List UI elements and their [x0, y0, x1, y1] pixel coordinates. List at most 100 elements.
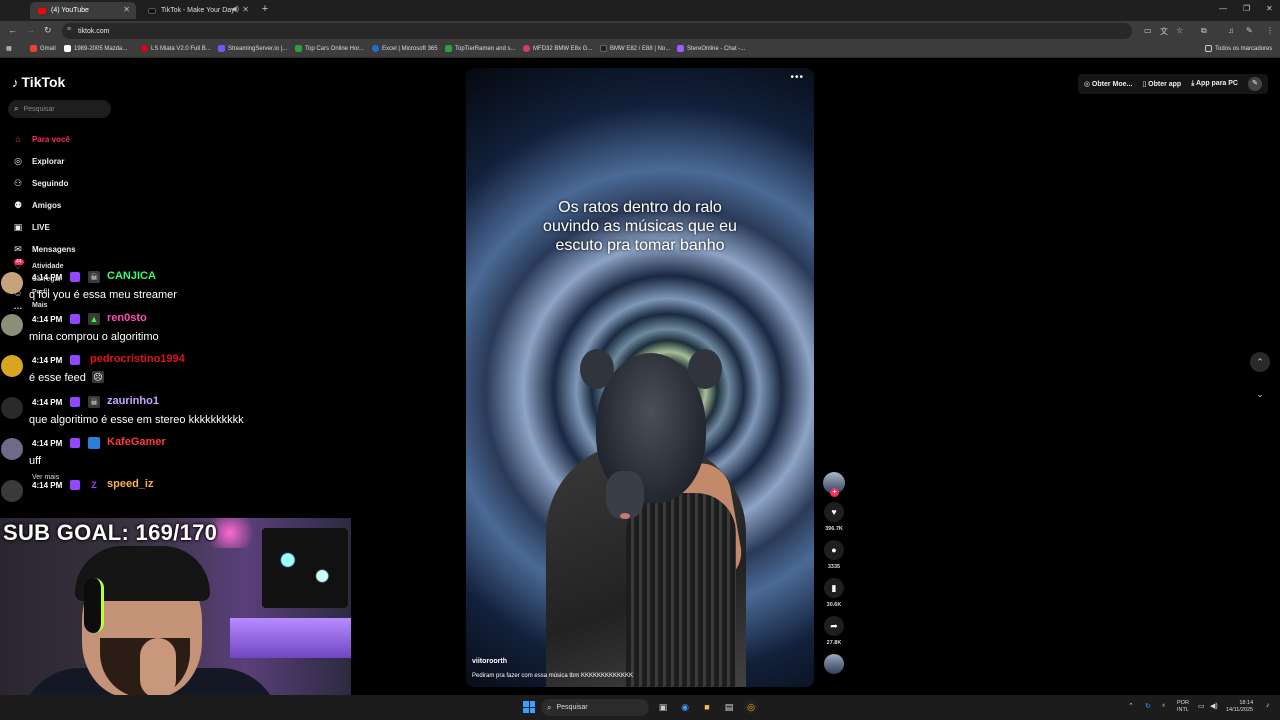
all-bookmarks[interactable]: Todos os marcadores — [1205, 45, 1272, 52]
sidebar-item-seguindo[interactable]: ⚇ Seguindo — [12, 172, 76, 194]
microsoft-icon — [372, 45, 379, 52]
compass-icon: ◎ — [14, 155, 22, 166]
close-window-icon[interactable]: ✕ — [1266, 4, 1273, 13]
get-app-button[interactable]: ▯ Obter app — [1142, 80, 1181, 88]
audio-playing-icon[interactable]: ◀) — [231, 5, 239, 13]
tab-tiktok[interactable]: TikTok - Make Your Day ◀) ✕ — [140, 2, 255, 19]
forward-arrow-icon[interactable]: → — [26, 25, 35, 35]
page-icon — [600, 45, 607, 52]
chat-text: é esse feed — [29, 372, 86, 384]
chat-username[interactable]: KafeGamer — [107, 436, 166, 448]
emote-badge-icon: ☠ — [88, 395, 100, 408]
bookmark-item[interactable]: StreamingServer.io |... — [218, 45, 287, 52]
cast-icon[interactable]: ▭ — [1144, 26, 1152, 35]
chat-message: 4:14 PM ▲ ren0sto mina comprou o algorit… — [0, 310, 300, 352]
share-action[interactable]: ➦ 27.8K — [822, 616, 846, 646]
clock[interactable]: 18:14 14/11/2025 — [1226, 700, 1253, 714]
bookmark-item[interactable]: TopTierRamen and s... — [445, 45, 515, 52]
next-video-button[interactable]: ⌄ — [1250, 384, 1270, 404]
chat-username[interactable]: speed_iz — [107, 478, 153, 490]
mic-icon[interactable]: ♁ — [1161, 702, 1166, 709]
notification-bell-icon[interactable]: ♪ — [1266, 702, 1270, 709]
file-explorer-icon[interactable]: ■ — [700, 700, 714, 714]
sidebar-item-live[interactable]: ▣ LIVE — [12, 216, 76, 238]
bookmark-star-icon[interactable]: ☆ — [1176, 26, 1183, 35]
copilot-icon[interactable]: ◉ — [678, 700, 692, 714]
tab-youtube[interactable]: (4) YouTube ✕ — [30, 2, 136, 19]
volume-icon[interactable]: ◀) — [1210, 702, 1218, 710]
search-input[interactable]: ⌕ Pesquisar — [8, 100, 111, 118]
sidebar-item-para-voce[interactable]: ⌂ Para você — [12, 128, 76, 150]
sound-disc-icon[interactable] — [824, 654, 844, 674]
taskbar-search-input[interactable]: ⌕ Pesquisar — [541, 699, 649, 716]
profile-pen-icon[interactable]: ✎ — [1246, 26, 1253, 35]
chat-username[interactable]: zaurinho1 — [107, 395, 159, 407]
share-icon[interactable]: ➦ — [824, 616, 844, 636]
emote-badge-icon: ☠ — [88, 271, 100, 283]
site-info-icon[interactable]: ≡ — [67, 26, 71, 33]
rat-nose — [620, 513, 630, 519]
translate-icon[interactable]: 文 — [1160, 26, 1168, 37]
url-input[interactable]: ≡ tiktok.com — [62, 23, 1132, 39]
bookmark-label: LS Miata V2.0 Full B... — [151, 45, 211, 52]
sidebar-item-amigos[interactable]: ⚉ Amigos — [12, 194, 76, 216]
task-view-icon[interactable]: ▣ — [656, 700, 670, 714]
more-options-icon[interactable]: ••• — [790, 72, 804, 83]
bookmark-item[interactable]: Top Cars Online Hor... — [295, 45, 364, 52]
bookmark-item[interactable]: BMW E82 / E88 | No... — [600, 45, 670, 52]
tiktok-logo[interactable]: ♪ TikTok — [12, 74, 65, 90]
tray-chevron-icon[interactable]: ⌃ — [1128, 702, 1134, 710]
chat-time: 4:14 PM — [32, 356, 63, 365]
sync-icon[interactable]: ↻ — [1145, 702, 1151, 710]
language-indicator[interactable]: POR INTL — [1177, 700, 1189, 714]
search-icon: ⌕ — [14, 104, 19, 113]
save-action[interactable]: ▮ 30.6K — [822, 578, 846, 608]
minimize-icon[interactable]: — — [1219, 4, 1227, 13]
extensions-icon[interactable]: ⧉ — [1201, 26, 1207, 36]
follow-plus-icon[interactable]: + — [830, 488, 839, 497]
previous-video-button[interactable]: ⌃ — [1250, 352, 1270, 372]
bookmark-item[interactable]: Gmail — [30, 45, 56, 52]
media-icon[interactable]: ♫ — [1228, 26, 1234, 35]
heart-icon[interactable]: ♥ — [824, 502, 844, 522]
folder-icon — [1205, 45, 1212, 52]
page-icon — [64, 45, 71, 52]
store-icon[interactable]: ▤ — [722, 700, 736, 714]
chat-username[interactable]: ren0sto — [107, 312, 147, 324]
close-tab-icon[interactable]: ✕ — [242, 5, 249, 14]
creator-avatar[interactable]: + — [823, 472, 845, 497]
bookmark-item[interactable]: MFD32 BMW E8x G... — [523, 45, 592, 52]
new-tab-button[interactable]: + — [259, 3, 271, 15]
bookmark-item[interactable]: LS Miata V2.0 Full B... — [141, 45, 211, 52]
chrome-icon[interactable]: ◎ — [744, 700, 758, 714]
close-tab-icon[interactable]: ✕ — [123, 5, 130, 14]
sidebar-item-explorar[interactable]: ◎ Explorar — [12, 150, 76, 172]
avatar[interactable]: ✎ — [1248, 77, 1262, 91]
bookmark-label: Top Cars Online Hor... — [305, 45, 365, 52]
bookmark-item[interactable]: 1989-2005 Mazda... — [64, 45, 127, 52]
back-arrow-icon[interactable]: ← — [8, 25, 17, 35]
chat-username[interactable]: pedrocristino1994 — [90, 353, 185, 365]
pc-app-button[interactable]: ⤓ App para PC — [1191, 80, 1238, 88]
bookmark-item[interactable]: StereOnline - Chat -... — [677, 45, 745, 52]
apps-grid-icon[interactable]: ▦ — [6, 45, 12, 52]
network-icon[interactable]: ▭ — [1198, 702, 1205, 710]
chat-time: 4:14 PM — [32, 314, 63, 324]
video-player[interactable]: ••• Os ratos dentro do ralo ouvindo as m… — [466, 68, 814, 687]
windows-start-icon[interactable] — [523, 701, 535, 713]
browser-menu-icon[interactable]: ⋮ — [1266, 26, 1274, 35]
bookmark-item[interactable]: Excel | Microsoft 365 — [372, 45, 438, 52]
chat-username[interactable]: CANJICA — [107, 270, 156, 282]
comment-icon[interactable]: ● — [824, 540, 844, 560]
lang-code: POR — [1177, 700, 1189, 706]
search-icon: ⌕ — [547, 702, 552, 712]
get-coins-button[interactable]: ◎ Obter Moe... — [1084, 80, 1133, 88]
reload-icon[interactable]: ↻ — [44, 25, 52, 36]
restore-icon[interactable]: ❐ — [1243, 4, 1250, 13]
like-action[interactable]: ♥ 396.7K — [822, 502, 846, 532]
video-author[interactable]: viitoroorth — [472, 658, 507, 665]
comment-action[interactable]: ● 3335 — [822, 540, 846, 570]
sidebar-item-mensagens[interactable]: ✉ Mensagens — [12, 238, 75, 260]
bookmark-icon[interactable]: ▮ — [824, 578, 844, 598]
get-app-label: Obter app — [1148, 81, 1182, 88]
